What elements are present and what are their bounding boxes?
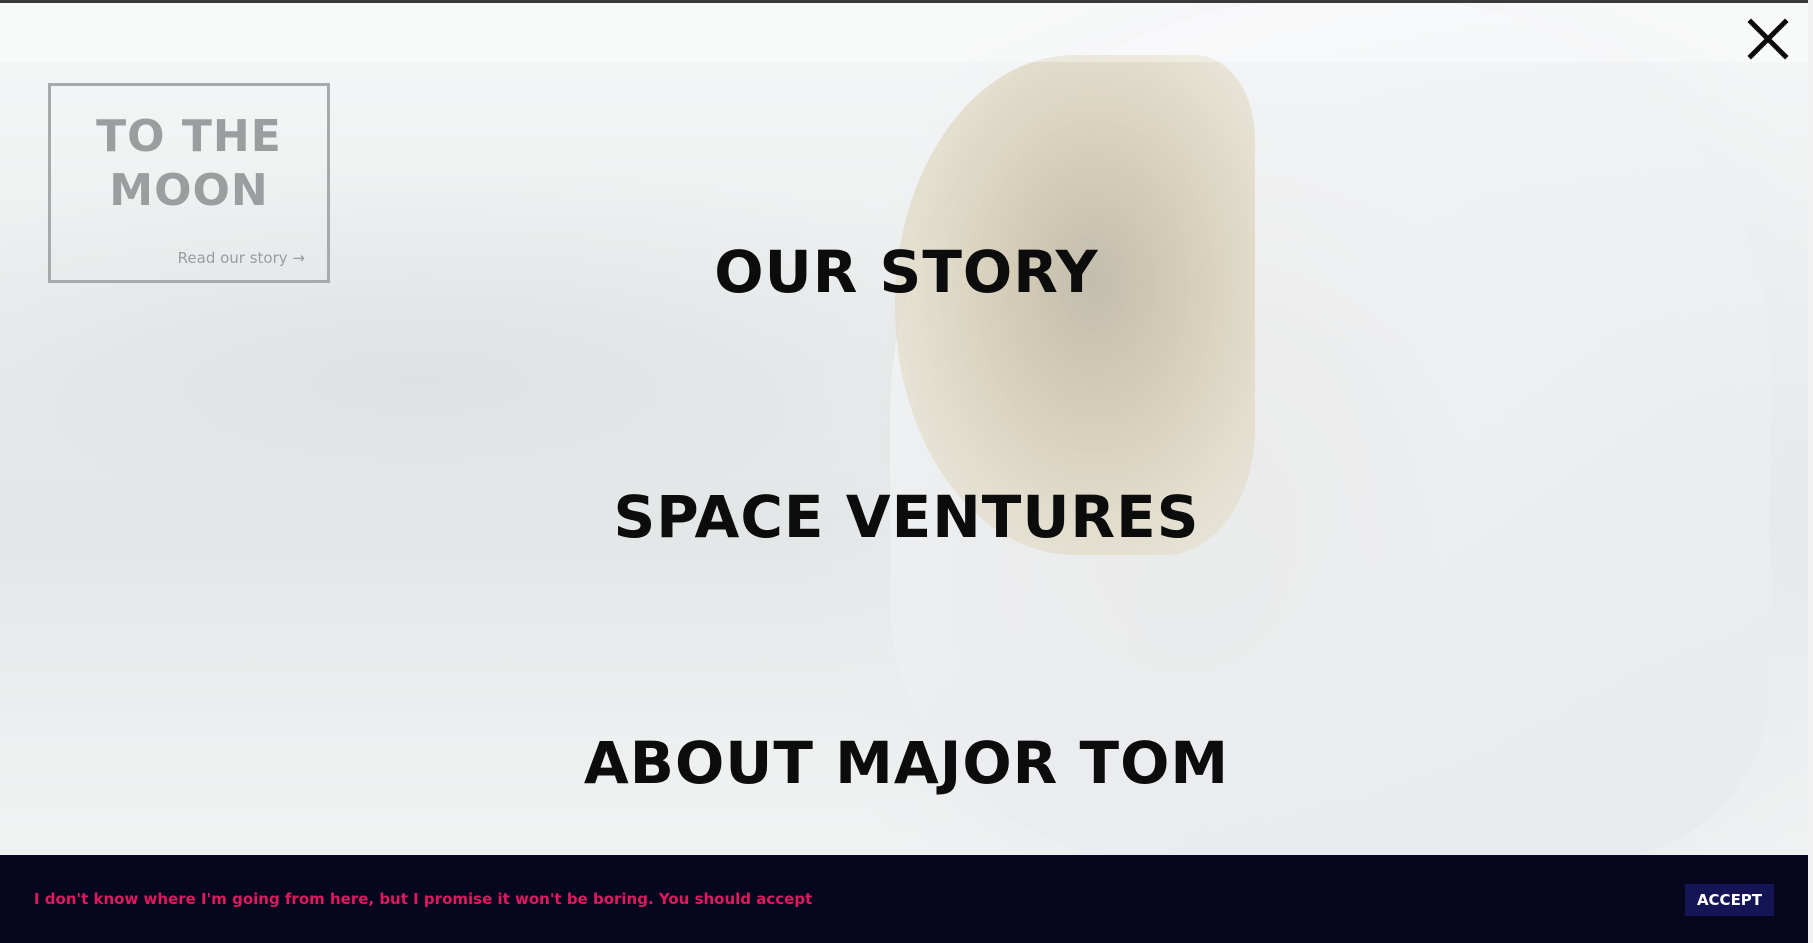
top-border xyxy=(0,0,1813,3)
cookie-message: I don't know where I'm going from here, … xyxy=(34,890,813,908)
menu-item-label: SPACE VENTURES xyxy=(613,483,1200,551)
menu-item-label: OUR STORY xyxy=(714,238,1099,306)
accept-button[interactable]: ACCEPT xyxy=(1685,884,1774,916)
logo-title: TO THE MOON xyxy=(51,110,327,218)
menu-item-our-story[interactable]: OUR STORY xyxy=(0,237,1813,307)
logo-title-line1: TO THE xyxy=(96,111,282,162)
cookie-banner: I don't know where I'm going from here, … xyxy=(0,855,1808,943)
logo-title-line2: MOON xyxy=(109,165,269,216)
menu-item-label: ABOUT MAJOR TOM xyxy=(583,729,1230,797)
page: TO THE MOON Read our story → OUR STORY S… xyxy=(0,0,1813,943)
close-icon xyxy=(1747,18,1789,60)
close-menu-button[interactable] xyxy=(1745,16,1791,62)
menu-item-space-ventures[interactable]: SPACE VENTURES xyxy=(0,482,1813,552)
scrollbar[interactable] xyxy=(1808,0,1813,943)
menu-item-about-major-tom[interactable]: ABOUT MAJOR TOM xyxy=(0,728,1813,798)
header-band xyxy=(0,0,1813,62)
